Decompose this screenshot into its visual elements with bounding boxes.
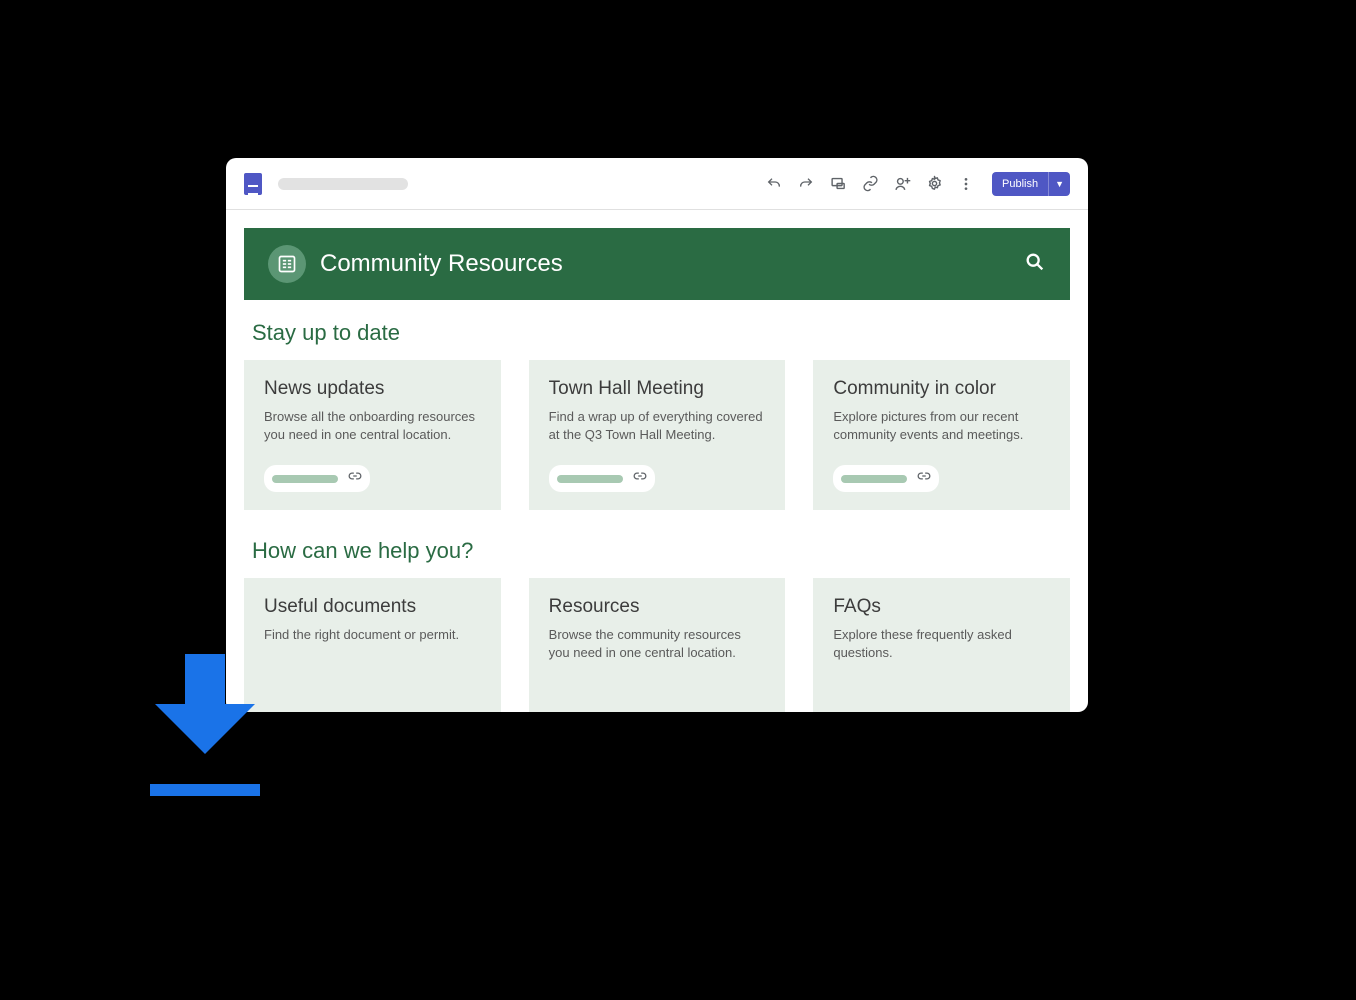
undo-icon[interactable] (765, 175, 783, 193)
chain-link-icon (633, 469, 647, 488)
editor-toolbar: Publish ▼ (226, 158, 1088, 210)
card-row: Useful documents Find the right document… (244, 578, 1070, 712)
publish-button-group: Publish ▼ (992, 172, 1070, 196)
card-description: Find a wrap up of everything covered at … (549, 408, 766, 453)
link-icon[interactable] (861, 175, 879, 193)
google-sites-icon[interactable] (244, 173, 262, 195)
site-logo (268, 245, 306, 283)
card-row: News updates Browse all the onboarding r… (244, 360, 1070, 510)
card-link-chip[interactable] (264, 465, 370, 492)
card-description: Browse the community resources you need … (549, 626, 766, 710)
search-icon[interactable] (1024, 251, 1046, 278)
link-placeholder (841, 475, 907, 483)
section-heading[interactable]: Stay up to date (252, 320, 1062, 346)
card-title: Community in color (833, 378, 1050, 400)
card-description: Find the right document or permit. (264, 626, 481, 710)
card-community-color[interactable]: Community in color Explore pictures from… (813, 360, 1070, 510)
publish-button[interactable]: Publish (992, 172, 1048, 196)
settings-icon[interactable] (925, 175, 943, 193)
card-title: Town Hall Meeting (549, 378, 766, 400)
card-useful-documents[interactable]: Useful documents Find the right document… (244, 578, 501, 712)
link-placeholder (557, 475, 623, 483)
page-content: Stay up to date News updates Browse all … (226, 320, 1088, 712)
card-link-chip[interactable] (833, 465, 939, 492)
card-description: Explore pictures from our recent communi… (833, 408, 1050, 453)
download-icon (150, 654, 260, 802)
share-icon[interactable] (893, 175, 911, 193)
redo-icon[interactable] (797, 175, 815, 193)
card-title: Resources (549, 596, 766, 618)
link-placeholder (272, 475, 338, 483)
site-name-placeholder[interactable] (278, 178, 408, 190)
card-town-hall[interactable]: Town Hall Meeting Find a wrap up of ever… (529, 360, 786, 510)
card-resources[interactable]: Resources Browse the community resources… (529, 578, 786, 712)
card-title: News updates (264, 378, 481, 400)
app-window: Publish ▼ Community Resources Stay up to… (226, 158, 1088, 712)
preview-icon[interactable] (829, 175, 847, 193)
site-title[interactable]: Community Resources (320, 250, 563, 278)
more-icon[interactable] (957, 175, 975, 193)
card-description: Explore these frequently asked questions… (833, 626, 1050, 710)
section-heading[interactable]: How can we help you? (252, 538, 1062, 564)
site-header: Community Resources (244, 228, 1070, 300)
card-link-chip[interactable] (549, 465, 655, 492)
card-title: Useful documents (264, 596, 481, 618)
card-description: Browse all the onboarding resources you … (264, 408, 481, 453)
chain-link-icon (917, 469, 931, 488)
chain-link-icon (348, 469, 362, 488)
publish-dropdown[interactable]: ▼ (1048, 172, 1070, 196)
card-news-updates[interactable]: News updates Browse all the onboarding r… (244, 360, 501, 510)
card-title: FAQs (833, 596, 1050, 618)
card-faqs[interactable]: FAQs Explore these frequently asked ques… (813, 578, 1070, 712)
